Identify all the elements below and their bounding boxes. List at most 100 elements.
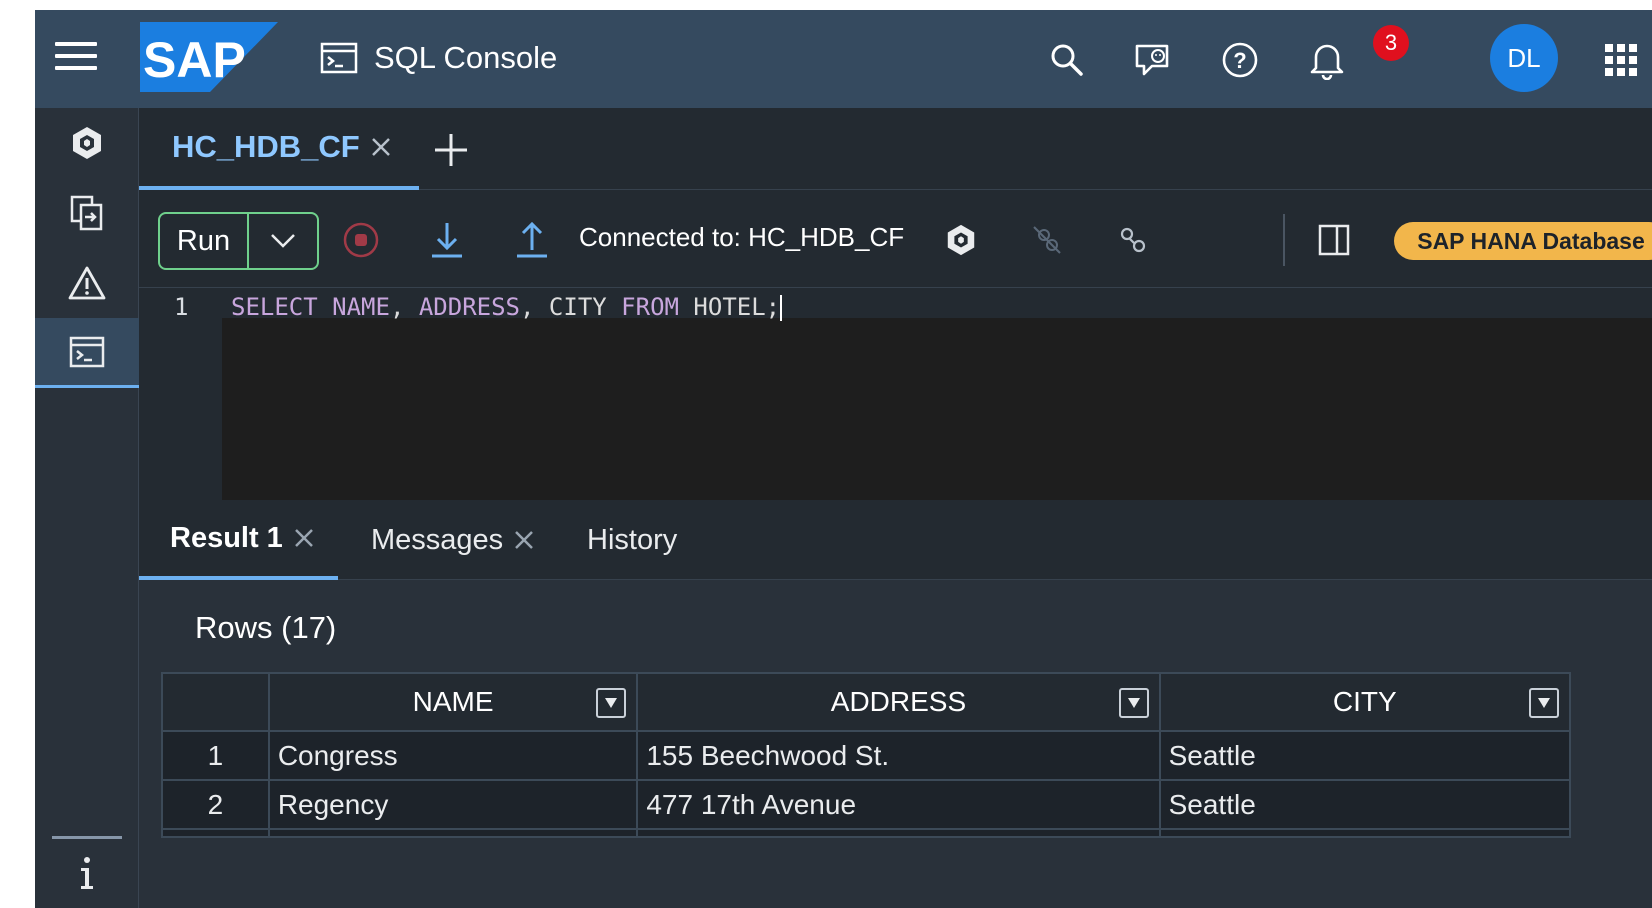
text-cursor bbox=[780, 295, 783, 321]
upload-button[interactable] bbox=[510, 218, 554, 262]
table-header-row: NAME ADDRESS CITY bbox=[161, 672, 1572, 732]
download-button[interactable] bbox=[425, 218, 469, 262]
product-switch-icon[interactable] bbox=[1601, 40, 1641, 80]
change-connection-button[interactable] bbox=[1111, 218, 1155, 262]
line-gutter: 1 bbox=[139, 288, 222, 500]
table-row[interactable]: 1 Congress 155 Beechwood St. Seattle bbox=[161, 730, 1572, 781]
connection-status: Connected to: HC_HDB_CF bbox=[579, 222, 905, 252]
run-options-dropdown[interactable] bbox=[249, 214, 317, 268]
tab-hc-hdb-cf[interactable]: HC_HDB_CF bbox=[139, 108, 419, 190]
notification-badge: 3 bbox=[1373, 25, 1409, 61]
cell-city[interactable]: Seattle bbox=[1158, 730, 1572, 781]
close-icon[interactable] bbox=[293, 527, 315, 549]
cell-name[interactable]: Congress bbox=[267, 730, 639, 781]
tab-messages[interactable]: Messages bbox=[371, 500, 535, 580]
result-tab-strip: Result 1 Messages History bbox=[139, 500, 1652, 580]
rows-count: Rows (17) bbox=[195, 610, 337, 645]
nav-alerts[interactable] bbox=[35, 248, 139, 318]
row-number: 1 bbox=[161, 730, 270, 781]
column-filter-button[interactable] bbox=[596, 688, 627, 718]
download-icon bbox=[432, 223, 462, 258]
run-button[interactable]: Run bbox=[160, 214, 249, 268]
column-header-address[interactable]: ADDRESS bbox=[636, 672, 1161, 732]
cell-name[interactable] bbox=[267, 828, 639, 838]
column-header-name[interactable]: NAME bbox=[267, 672, 639, 732]
table-row[interactable] bbox=[161, 828, 1572, 838]
feedback-icon[interactable] bbox=[1133, 40, 1173, 80]
help-icon[interactable]: ? bbox=[1220, 40, 1260, 80]
nav-sql-console[interactable] bbox=[35, 318, 139, 388]
filter-dropdown-icon bbox=[605, 698, 618, 708]
sql-column: NAME bbox=[332, 293, 390, 321]
disconnect-icon bbox=[1033, 226, 1061, 254]
column-header-label: NAME bbox=[412, 686, 494, 717]
column-header-label: CITY bbox=[1332, 686, 1397, 717]
app-title-area: SQL Console bbox=[320, 38, 557, 78]
nav-separator bbox=[52, 836, 122, 839]
cell-address[interactable] bbox=[636, 828, 1161, 838]
row-number: 2 bbox=[161, 779, 270, 830]
sql-console-icon bbox=[320, 42, 358, 74]
nav-import-export[interactable] bbox=[35, 178, 139, 248]
cell-name[interactable]: Regency bbox=[267, 779, 639, 830]
database-explorer-icon bbox=[73, 127, 101, 159]
cell-address[interactable]: 477 17th Avenue bbox=[636, 779, 1161, 830]
row-number bbox=[161, 828, 270, 838]
tab-history[interactable]: History bbox=[587, 500, 677, 580]
menu-icon[interactable] bbox=[55, 42, 97, 78]
side-panel-icon bbox=[1318, 224, 1350, 256]
info-icon bbox=[81, 857, 93, 889]
database-icon bbox=[947, 224, 975, 256]
upload-icon bbox=[517, 221, 547, 258]
cell-address[interactable]: 155 Beechwood St. bbox=[636, 730, 1161, 781]
code-line[interactable]: SELECT NAME, ADDRESS, CITY FROM HOTEL; bbox=[231, 293, 783, 321]
close-icon[interactable] bbox=[513, 529, 535, 551]
close-icon[interactable] bbox=[370, 136, 392, 158]
nav-database-explorer[interactable] bbox=[35, 108, 139, 178]
results-panel: Rows (17) NAME ADDRESS CITY 1 Congress 1… bbox=[139, 580, 1652, 908]
column-filter-button[interactable] bbox=[1118, 688, 1149, 718]
sql-keyword: SELECT bbox=[231, 293, 318, 321]
filter-dropdown-icon bbox=[1127, 698, 1140, 708]
cell-city[interactable]: Seattle bbox=[1158, 779, 1572, 830]
app-title: SQL Console bbox=[374, 40, 558, 75]
cell-city[interactable] bbox=[1158, 828, 1572, 838]
chevron-down-icon bbox=[271, 234, 295, 248]
database-connection-button[interactable] bbox=[939, 218, 983, 262]
sql-editor[interactable]: 1 SELECT NAME, ADDRESS, CITY FROM HOTEL; bbox=[139, 288, 1652, 500]
svg-text:?: ? bbox=[1233, 48, 1246, 73]
column-header-label: ADDRESS bbox=[830, 686, 967, 717]
column-header-city[interactable]: CITY bbox=[1158, 672, 1572, 732]
import-export-icon bbox=[70, 195, 103, 231]
sap-logo[interactable]: SAP bbox=[140, 22, 278, 92]
sql-console-app: SAP SQL Console ? 3 DL HC_HDB_CF Run Con… bbox=[35, 10, 1652, 908]
shell-bar: SAP SQL Console ? 3 DL bbox=[35, 10, 1652, 108]
row-number-header bbox=[161, 672, 270, 732]
link-icon bbox=[1120, 227, 1146, 253]
toggle-panel-button[interactable] bbox=[1312, 218, 1356, 262]
search-icon[interactable] bbox=[1047, 40, 1087, 80]
sql-table: HOTEL; bbox=[693, 293, 781, 321]
sql-column: ADDRESS bbox=[418, 293, 521, 321]
nav-info[interactable] bbox=[35, 848, 139, 898]
sql-column: CITY bbox=[548, 293, 607, 321]
editor-tab-strip: HC_HDB_CF bbox=[139, 108, 1652, 190]
run-button-group: Run bbox=[158, 212, 319, 270]
results-table: NAME ADDRESS CITY 1 Congress 155 Beechwo… bbox=[161, 672, 1572, 838]
filter-dropdown-icon bbox=[1538, 698, 1550, 708]
notification-icon[interactable] bbox=[1307, 40, 1347, 80]
warning-icon bbox=[68, 266, 106, 300]
add-tab-icon[interactable] bbox=[431, 130, 471, 170]
tab-label: HC_HDB_CF bbox=[172, 129, 360, 164]
column-filter-button[interactable] bbox=[1529, 688, 1559, 718]
table-row[interactable]: 2 Regency 477 17th Avenue Seattle bbox=[161, 779, 1572, 830]
tab-label: History bbox=[587, 523, 678, 556]
console-toolbar: Run Connected to: HC_HDB_CF SAP HANA Dat bbox=[139, 190, 1652, 288]
toolbar-separator bbox=[1283, 214, 1285, 266]
tab-result-1[interactable]: Result 1 bbox=[139, 500, 338, 580]
database-type-badge: SAP HANA Database bbox=[1394, 222, 1652, 260]
disconnect-button[interactable] bbox=[1025, 218, 1069, 262]
sql-console-icon bbox=[69, 336, 105, 367]
stop-button[interactable] bbox=[339, 218, 383, 262]
user-avatar[interactable]: DL bbox=[1490, 24, 1558, 92]
